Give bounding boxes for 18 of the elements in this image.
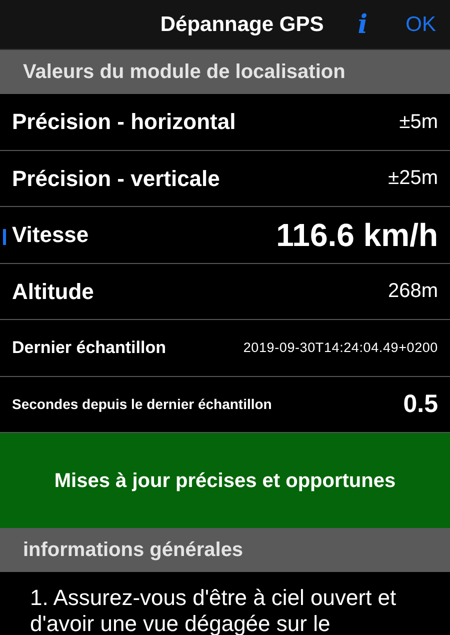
row-label: Vitesse [12,221,89,250]
row-label: Précision - verticale [12,164,220,193]
ok-button[interactable]: OK [406,8,436,40]
row-value: 0.5 [403,388,438,420]
row-value: ±25m [388,166,438,192]
section-header: Valeurs du module de localisation [0,50,450,94]
section-header: informations générales [0,528,450,572]
info-button[interactable]: i [358,12,368,38]
row-label: Secondes depuis le dernier échantillon [12,394,272,414]
row-label: Précision - horizontal [12,108,236,136]
row-value: 116.6 km/h [276,216,438,255]
row-value: 268m [388,279,438,304]
status-banner: Mises à jour précises et opportunes [0,433,450,528]
row-value: ±5m [399,110,438,135]
row-label: Dernier échantillon [12,337,166,359]
nav-title: Dépannage GPS [160,12,324,38]
row-label: Altitude [12,278,94,306]
row-value: 2019-09-30T14:24:04.49+0200 [243,338,438,357]
